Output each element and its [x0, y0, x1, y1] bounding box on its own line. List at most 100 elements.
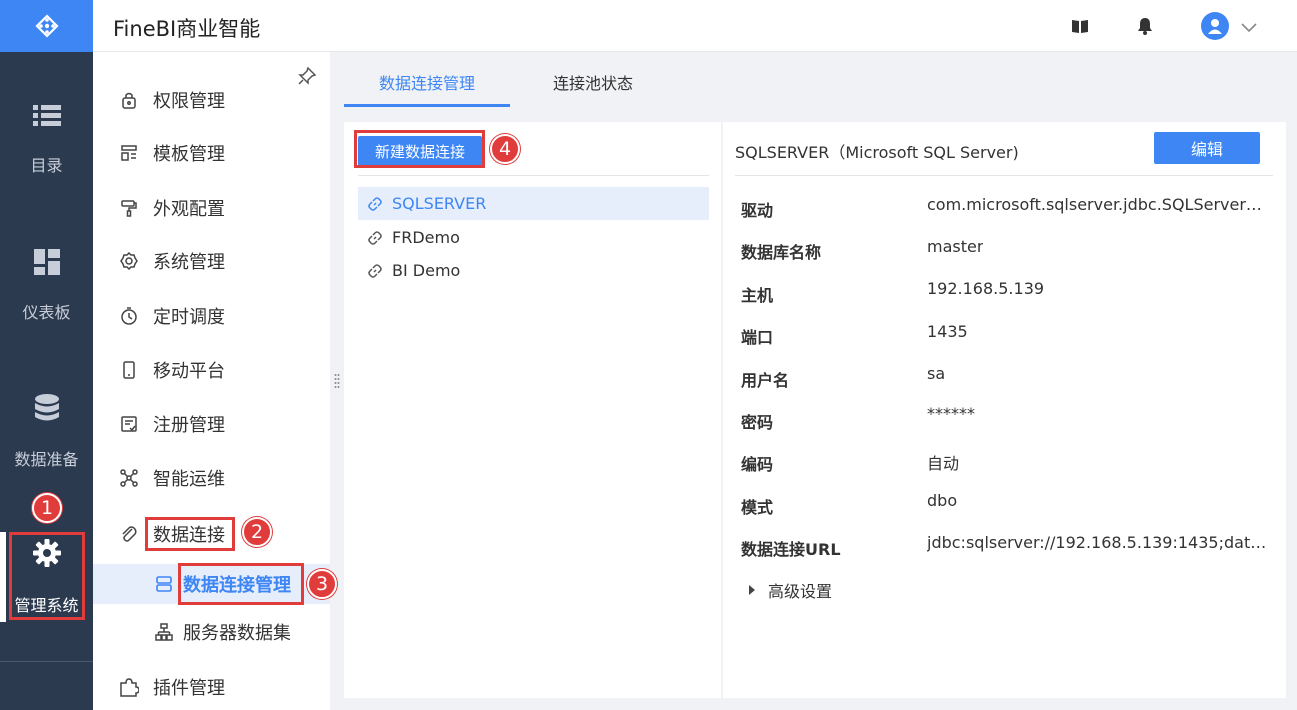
detail-title: SQLSERVER（Microsoft SQL Server)	[735, 143, 1019, 162]
connection-item[interactable]: BI Demo	[358, 254, 709, 287]
connection-name: FRDemo	[392, 228, 460, 247]
connection-item[interactable]: SQLSERVER	[358, 187, 709, 220]
field-value: 自动	[927, 454, 960, 473]
ops-icon	[118, 467, 140, 489]
annotation-badge: 4	[490, 134, 520, 164]
divider	[0, 661, 93, 662]
sidebar-item-label: 移动平台	[153, 361, 225, 382]
field-label: 数据库名称	[741, 243, 822, 262]
sidebar-item-label: 系统管理	[153, 252, 225, 273]
field-value: dbo	[927, 491, 958, 510]
field-label: 端口	[741, 328, 774, 347]
paint-roller-icon	[118, 197, 140, 219]
logo-icon	[34, 14, 59, 38]
sidebar-item-label: 权限管理	[153, 91, 225, 112]
sidebar-subitem-server-dataset[interactable]: 服务器数据集	[155, 612, 291, 652]
field-value: master	[927, 237, 984, 256]
tab-pool-status[interactable]: 连接池状态	[553, 70, 633, 94]
app-title: FineBI商业智能	[113, 17, 261, 41]
dataset-icon	[155, 623, 173, 641]
link-icon	[366, 262, 384, 280]
sidebar-item-templates[interactable]: 模板管理	[118, 138, 225, 168]
bell-icon[interactable]	[1134, 15, 1156, 37]
rail-item-label: 仪表板	[22, 303, 71, 322]
sidebar-item-plugins[interactable]: 插件管理	[118, 672, 225, 702]
sidebar-item-scheduling[interactable]: 定时调度	[118, 301, 225, 331]
edit-button[interactable]: 编辑	[1154, 132, 1260, 164]
sidebar-item-label: 模板管理	[153, 144, 225, 165]
server-icon	[155, 575, 173, 593]
field-label: 数据连接URL	[741, 540, 841, 559]
sidebar-item-label: 注册管理	[153, 415, 225, 436]
lock-icon	[118, 89, 140, 111]
sidebar-item-ops[interactable]: 智能运维	[118, 463, 225, 493]
sidebar-item-permissions[interactable]: 权限管理	[118, 85, 225, 115]
sidebar-subitem-label: 服务器数据集	[183, 623, 291, 644]
register-icon	[118, 413, 140, 435]
active-indicator	[0, 532, 6, 622]
connection-detail-panel: SQLSERVER（Microsoft SQL Server) 编辑 驱动 co…	[723, 122, 1286, 698]
rail-item-data-prep[interactable]: 数据准备	[0, 377, 93, 487]
sidebar-item-mobile[interactable]: 移动平台	[118, 355, 225, 385]
rail-item-label: 目录	[30, 156, 63, 175]
sidebar-item-label: 插件管理	[153, 678, 225, 699]
connection-name: BI Demo	[392, 261, 461, 280]
template-icon	[118, 142, 140, 164]
settings-icon	[118, 250, 140, 272]
annotation-box	[145, 517, 235, 551]
chevron-down-icon[interactable]	[1238, 17, 1260, 39]
field-value: 1435	[927, 322, 968, 341]
list-icon	[32, 104, 61, 132]
database-icon	[34, 394, 60, 426]
sidebar-item-appearance[interactable]: 外观配置	[118, 193, 225, 223]
field-value: jdbc:sqlserver://192.168.5.139:1435;data…	[927, 533, 1269, 552]
connection-item[interactable]: FRDemo	[358, 221, 709, 254]
annotation-box	[9, 532, 85, 620]
paperclip-icon	[118, 523, 140, 545]
tab-connection-manage[interactable]: 数据连接管理	[379, 70, 475, 94]
book-icon[interactable]	[1069, 15, 1091, 37]
divider	[358, 175, 709, 176]
admin-sidebar: 权限管理 模板管理 外观配置 系统管理 定时调度 移动平台 注册管理 智能运维 …	[93, 52, 330, 710]
field-value: sa	[927, 364, 946, 383]
sidebar-item-label: 智能运维	[153, 469, 225, 490]
field-value: com.microsoft.sqlserver.jdbc.SQLServerDr…	[927, 195, 1269, 214]
field-value: 192.168.5.139	[927, 279, 1045, 298]
field-label: 密码	[741, 413, 774, 432]
field-value: ******	[927, 404, 975, 423]
annotation-box	[354, 130, 485, 168]
pin-icon[interactable]	[297, 66, 317, 90]
link-icon	[366, 195, 384, 213]
annotation-box	[178, 563, 304, 605]
advanced-settings-label: 高级设置	[768, 582, 833, 601]
puzzle-icon	[118, 676, 140, 698]
rail-item-dashboard[interactable]: 仪表板	[0, 231, 93, 341]
field-label: 驱动	[741, 201, 774, 220]
logo[interactable]	[0, 0, 93, 52]
sidebar-item-label: 定时调度	[153, 307, 225, 328]
advanced-settings-toggle[interactable]: 高级设置	[749, 578, 832, 602]
avatar[interactable]	[1201, 12, 1229, 40]
rail-item-catalog[interactable]: 目录	[0, 85, 93, 195]
connection-name: SQLSERVER	[392, 194, 487, 213]
field-label: 用户名	[741, 371, 790, 390]
field-label: 编码	[741, 455, 774, 474]
dashboard-icon	[33, 249, 60, 279]
sidebar-item-label: 外观配置	[153, 199, 225, 220]
user-icon	[1208, 19, 1222, 34]
divider	[735, 175, 1273, 176]
top-header: FineBI商业智能	[93, 0, 1297, 52]
field-label: 模式	[741, 498, 774, 517]
sidebar-item-system[interactable]: 系统管理	[118, 246, 225, 276]
mobile-icon	[118, 359, 140, 381]
sidebar-item-registration[interactable]: 注册管理	[118, 409, 225, 439]
annotation-badge: 3	[307, 569, 337, 599]
rail-item-label: 数据准备	[14, 450, 79, 469]
field-label: 主机	[741, 286, 774, 305]
annotation-badge: 1	[32, 493, 62, 523]
splitter-handle[interactable]	[334, 372, 340, 396]
caret-right-icon	[749, 585, 755, 595]
connection-list-panel: 新建数据连接 SQLSERVER FRDemo BI Demo	[344, 122, 721, 698]
link-icon	[366, 229, 384, 247]
tab-active-indicator	[344, 104, 510, 107]
